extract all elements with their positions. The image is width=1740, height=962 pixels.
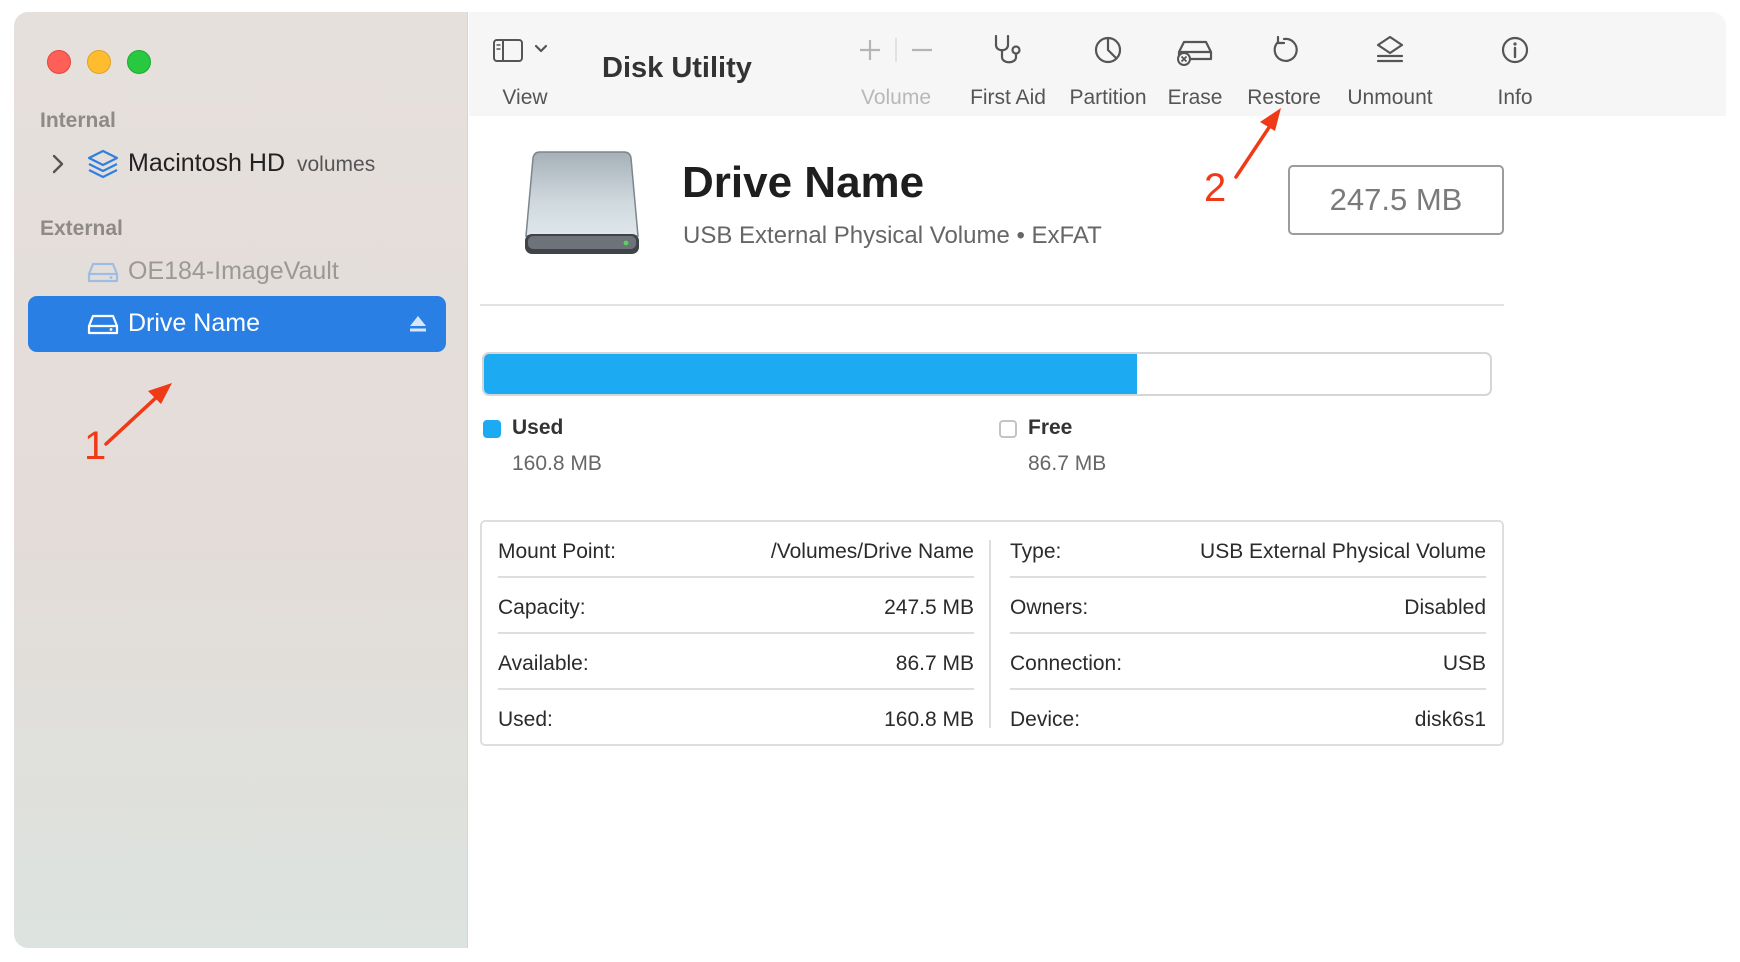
table-row: Device: disk6s1	[1010, 690, 1486, 746]
info-table: Mount Point: /Volumes/Drive Name Capacit…	[480, 520, 1504, 746]
sidebar-item-macintosh-hd[interactable]: Macintosh HD volumes	[28, 136, 446, 192]
stethoscope-icon	[956, 30, 1060, 70]
table-row: Type: USB External Physical Volume	[1010, 522, 1486, 578]
used-swatch	[483, 420, 501, 438]
external-drive-icon	[86, 308, 120, 340]
annotation-number-1: 1	[84, 424, 107, 468]
layers-icon	[86, 148, 120, 180]
info-value: USB External Physical Volume	[1200, 540, 1486, 563]
first-aid-button[interactable]: First Aid	[956, 30, 1060, 110]
drive-subtitle: USB External Physical Volume • ExFAT	[683, 222, 1102, 249]
free-legend-value: 86.7 MB	[1028, 452, 1107, 475]
view-button[interactable]: View	[489, 30, 561, 110]
info-value: disk6s1	[1414, 708, 1486, 731]
partition-label: Partition	[1069, 86, 1147, 109]
free-legend-label: Free	[1028, 416, 1073, 439]
info-key: Device:	[1010, 708, 1081, 731]
volume-button[interactable]: Volume	[849, 30, 943, 110]
table-row: Capacity: 247.5 MB	[498, 578, 974, 634]
drive-title: Drive Name	[682, 158, 925, 207]
sidebar-item-label: Macintosh HD volumes	[128, 149, 376, 177]
sidebar-item-drive-name[interactable]: Drive Name	[28, 296, 446, 352]
sidebar-item-label: OE184-ImageVault	[128, 257, 339, 285]
info-value: Disabled	[1404, 596, 1486, 619]
info-value: USB	[1442, 652, 1486, 675]
toolbar: View Disk Utility Volume First Aid Parti…	[469, 12, 1726, 116]
pie-chart-icon	[1062, 30, 1154, 70]
sidebar-section-internal: Internal	[40, 109, 116, 132]
erase-label: Erase	[1167, 86, 1223, 109]
info-key: Owners:	[1010, 596, 1089, 619]
add-remove-volume-icon	[849, 30, 943, 70]
external-drive-image	[520, 150, 644, 260]
table-row: Available: 86.7 MB	[498, 634, 974, 690]
sidebar-section-external: External	[40, 217, 123, 240]
used-legend-value: 160.8 MB	[512, 452, 602, 475]
info-key: Available:	[498, 652, 589, 675]
table-row: Mount Point: /Volumes/Drive Name	[498, 522, 974, 578]
view-label: View	[502, 86, 548, 109]
chevron-right-icon[interactable]	[48, 152, 68, 176]
sidebar-item-sublabel: volumes	[297, 153, 376, 176]
volume-label: Volume	[860, 86, 932, 109]
info-value: /Volumes/Drive Name	[770, 540, 974, 563]
table-row: Used: 160.8 MB	[498, 690, 974, 746]
info-value: 86.7 MB	[895, 652, 974, 675]
restore-label: Restore	[1247, 86, 1321, 109]
usage-bar	[482, 352, 1492, 396]
sidebar: Internal Macintosh HD volumes External O…	[14, 12, 468, 948]
info-key: Capacity:	[498, 596, 586, 619]
table-row: Owners: Disabled	[1010, 578, 1486, 634]
divider	[480, 304, 1504, 306]
usage-bar-used-fill	[484, 354, 1137, 394]
restore-arrow-icon	[1245, 30, 1323, 70]
info-label: Info	[1497, 86, 1533, 109]
info-key: Connection:	[1010, 652, 1123, 675]
unmount-icon	[1341, 30, 1439, 70]
capacity-display: 247.5 MB	[1288, 165, 1504, 235]
unmount-button[interactable]: Unmount	[1341, 30, 1439, 110]
free-swatch	[999, 420, 1017, 438]
erase-drive-icon	[1159, 30, 1231, 70]
info-value: 160.8 MB	[884, 708, 974, 731]
used-legend-label: Used	[512, 416, 564, 439]
zoom-window-button[interactable]	[127, 50, 151, 74]
info-key: Type:	[1010, 540, 1062, 563]
disk-utility-window: Internal Macintosh HD volumes External O…	[14, 12, 1726, 948]
info-icon	[1495, 30, 1535, 70]
partition-button[interactable]: Partition	[1062, 30, 1154, 110]
external-drive-icon	[86, 256, 120, 288]
minimize-window-button[interactable]	[87, 50, 111, 74]
annotation-number-2: 2	[1204, 166, 1227, 210]
first-aid-label: First Aid	[970, 86, 1046, 109]
sidebar-item-oe184-imagevault[interactable]: OE184-ImageVault	[28, 244, 446, 300]
restore-button[interactable]: Restore	[1245, 30, 1323, 110]
info-key: Used:	[498, 708, 553, 731]
erase-button[interactable]: Erase	[1159, 30, 1231, 110]
close-window-button[interactable]	[47, 50, 71, 74]
unmount-label: Unmount	[1347, 86, 1433, 109]
sidebar-toggle-icon	[489, 30, 561, 70]
eject-icon[interactable]	[408, 314, 428, 334]
info-button[interactable]: Info	[1495, 30, 1535, 110]
sidebar-item-label: Drive Name	[128, 309, 260, 337]
column-separator	[989, 540, 991, 728]
info-value: 247.5 MB	[884, 596, 974, 619]
app-title: Disk Utility	[602, 52, 752, 84]
info-key: Mount Point:	[498, 540, 616, 563]
table-row: Connection: USB	[1010, 634, 1486, 690]
